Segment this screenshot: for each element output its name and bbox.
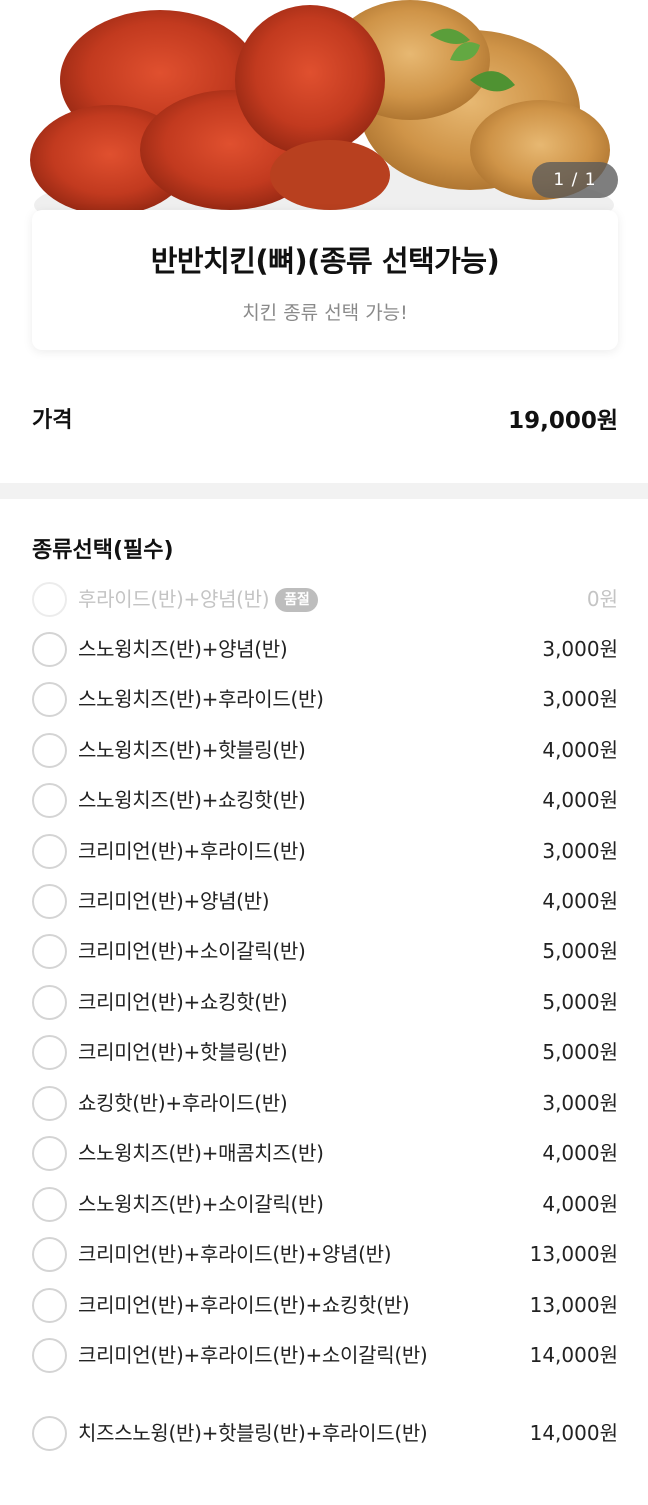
radio-button[interactable] (32, 884, 67, 919)
radio-button[interactable] (32, 834, 67, 869)
option-price: 14,000원 (529, 1421, 618, 1445)
radio-button[interactable] (32, 632, 67, 667)
option-row[interactable]: 크리미언(반)+후라이드(반)+쇼킹핫(반) 13,000원 (32, 1286, 618, 1323)
radio-button[interactable] (32, 1187, 67, 1222)
radio-button (32, 582, 67, 617)
option-row[interactable]: 스노윙치즈(반)+후라이드(반) 3,000원 (32, 680, 618, 717)
option-price: 3,000원 (542, 687, 618, 711)
option-price: 4,000원 (542, 889, 618, 913)
option-label: 크리미언(반)+소이갈릭(반) (78, 939, 306, 963)
option-label: 스노윙치즈(반)+쇼킹핫(반) (78, 788, 306, 812)
option-label: 스노윙치즈(반)+핫블링(반) (78, 738, 306, 762)
option-price: 4,000원 (542, 1192, 618, 1216)
radio-button[interactable] (32, 783, 67, 818)
option-row[interactable]: 크리미언(반)+소이갈릭(반) 5,000원 (32, 932, 618, 969)
radio-button[interactable] (32, 985, 67, 1020)
option-price: 4,000원 (542, 1141, 618, 1165)
option-price: 3,000원 (542, 1091, 618, 1115)
option-price: 4,000원 (542, 788, 618, 812)
product-info-card: 반반치킨(뼈)(종류 선택가능) 치킨 종류 선택 가능! (32, 210, 618, 350)
radio-button[interactable] (32, 934, 67, 969)
option-price: 5,000원 (542, 990, 618, 1014)
option-label: 스노윙치즈(반)+소이갈릭(반) (78, 1192, 324, 1216)
option-label: 스노윙치즈(반)+매콤치즈(반) (78, 1141, 324, 1165)
section-divider (0, 483, 648, 499)
radio-button[interactable] (32, 1136, 67, 1171)
option-row[interactable]: 쇼킹핫(반)+후라이드(반) 3,000원 (32, 1084, 618, 1121)
option-price: 3,000원 (542, 637, 618, 661)
option-price: 3,000원 (542, 839, 618, 863)
option-label: 크리미언(반)+쇼킹핫(반) (78, 990, 288, 1014)
option-row[interactable]: 스노윙치즈(반)+매콤치즈(반) 4,000원 (32, 1134, 618, 1171)
option-row[interactable]: 스노윙치즈(반)+소이갈릭(반) 4,000원 (32, 1185, 618, 1222)
radio-button[interactable] (32, 1086, 67, 1121)
image-pager-badge: 1 / 1 (532, 162, 618, 198)
option-label: 크리미언(반)+후라이드(반)+양념(반) (78, 1242, 392, 1266)
radio-button[interactable] (32, 682, 67, 717)
option-row[interactable]: 크리미언(반)+후라이드(반)+양념(반) 13,000원 (32, 1235, 618, 1272)
sold-out-badge: 품절 (275, 588, 319, 612)
option-label: 스노윙치즈(반)+후라이드(반) (78, 687, 324, 711)
option-label: 쇼킹핫(반)+후라이드(반) (78, 1091, 288, 1115)
option-row[interactable]: 크리미언(반)+후라이드(반)+소이갈릭(반) 14,000원 (32, 1336, 618, 1373)
radio-button[interactable] (32, 1288, 67, 1323)
option-row: 후라이드(반)+양념(반) 품절 0원 (32, 580, 618, 617)
option-row[interactable]: 스노윙치즈(반)+핫블링(반) 4,000원 (32, 731, 618, 768)
option-price: 14,000원 (529, 1343, 618, 1367)
option-price: 4,000원 (542, 738, 618, 762)
option-label: 크리미언(반)+후라이드(반)+소이갈릭(반) (78, 1343, 428, 1367)
option-label: 후라이드(반)+양념(반) 품절 (78, 584, 428, 615)
option-label: 크리미언(반)+후라이드(반) (78, 839, 306, 863)
product-subtitle: 치킨 종류 선택 가능! (242, 302, 408, 324)
option-row[interactable]: 크리미언(반)+핫블링(반) 5,000원 (32, 1033, 618, 1070)
product-title: 반반치킨(뼈)(종류 선택가능) (150, 244, 500, 278)
option-row[interactable]: 크리미언(반)+후라이드(반) 3,000원 (32, 832, 618, 869)
option-price: 5,000원 (542, 939, 618, 963)
option-price: 0원 (586, 587, 618, 611)
option-label: 크리미언(반)+양념(반) (78, 889, 270, 913)
product-image[interactable]: 1 / 1 (0, 0, 648, 215)
option-row[interactable]: 치즈스노윙(반)+핫블링(반)+후라이드(반) 14,000원 (32, 1414, 618, 1451)
option-label: 크리미언(반)+핫블링(반) (78, 1040, 288, 1064)
price-value: 19,000원 (508, 408, 618, 434)
price-row: 가격 19,000원 (32, 396, 618, 440)
option-label: 치즈스노윙(반)+핫블링(반)+후라이드(반) (78, 1421, 428, 1445)
option-label: 크리미언(반)+후라이드(반)+쇼킹핫(반) (78, 1293, 410, 1317)
option-price: 5,000원 (542, 1040, 618, 1064)
radio-button[interactable] (32, 1338, 67, 1373)
price-label: 가격 (32, 408, 73, 433)
option-section-title: 종류선택(필수) (32, 538, 174, 563)
option-price: 13,000원 (529, 1293, 618, 1317)
option-row[interactable]: 크리미언(반)+양념(반) 4,000원 (32, 882, 618, 919)
option-row[interactable]: 크리미언(반)+쇼킹핫(반) 5,000원 (32, 983, 618, 1020)
option-label: 스노윙치즈(반)+양념(반) (78, 637, 288, 661)
radio-button[interactable] (32, 1416, 67, 1451)
radio-button[interactable] (32, 733, 67, 768)
radio-button[interactable] (32, 1237, 67, 1272)
option-price: 13,000원 (529, 1242, 618, 1266)
radio-button[interactable] (32, 1035, 67, 1070)
option-row[interactable]: 스노윙치즈(반)+쇼킹핫(반) 4,000원 (32, 781, 618, 818)
option-row[interactable]: 스노윙치즈(반)+양념(반) 3,000원 (32, 630, 618, 667)
